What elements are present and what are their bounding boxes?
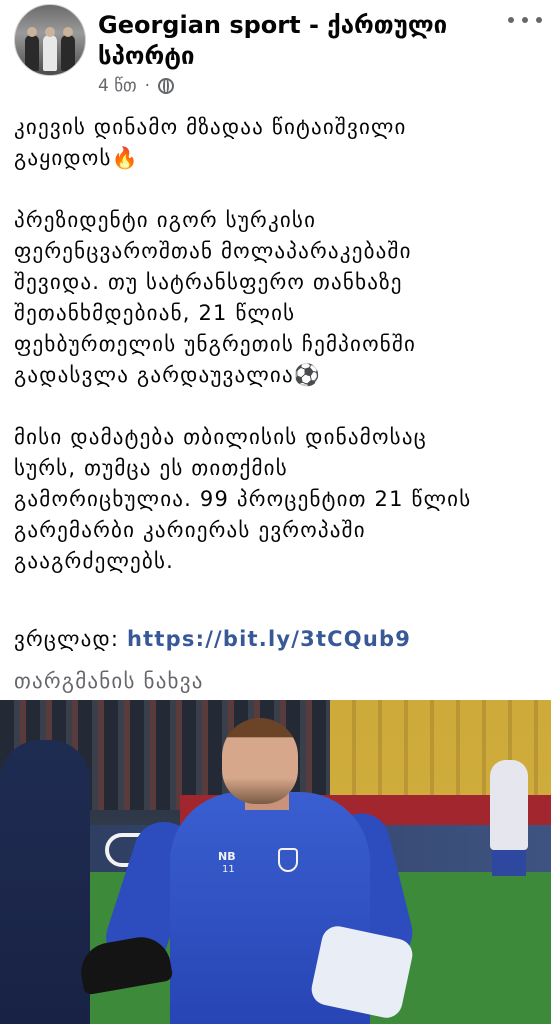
post-line: მისი დამატება თბილისის დინამოსაც: [14, 425, 427, 449]
page-avatar[interactable]: [14, 4, 86, 76]
post-line: შევიდა. თუ სატრანსფერო თანხაზე: [14, 270, 403, 294]
post-paragraph-3: მისი დამატება თბილისის დინამოსაც სურს, თ…: [14, 422, 539, 577]
post-line: გადასვლა გარდაუვალია⚽: [14, 363, 322, 387]
post-paragraph-2: პრეზიდენტი იგორ სურკისი ფერენცვაროშთან მ…: [14, 205, 539, 391]
read-more-link[interactable]: https://bit.ly/3tCQub9: [127, 627, 411, 651]
post-line: სურს, თუმცა ეს თითქმის: [14, 456, 288, 480]
shirt-number: 11: [222, 864, 235, 875]
more-options-icon[interactable]: [508, 10, 542, 30]
background-player: [490, 760, 528, 850]
post-paragraph-1: კიევის დინამო მზადაა წიტაიშვილი გაყიდოს🔥: [14, 112, 539, 174]
post-time[interactable]: 4 წთ: [98, 76, 137, 96]
post-line: ფეხბურთელის უნგრეთის ჩემპიონში: [14, 332, 417, 356]
post-line: ფერენცვაროშთან მოლაპარაკებაში: [14, 239, 412, 263]
meta-separator: ·: [144, 76, 151, 96]
post-line: კიევის დინამო მზადაა წიტაიშვილი: [14, 115, 407, 139]
post-photo[interactable]: NB 11: [0, 700, 551, 1024]
post-line: გაყიდოს🔥: [14, 146, 140, 170]
read-more-line: ვრცლად: https://bit.ly/3tCQub9: [14, 624, 411, 655]
read-more-label: ვრცლად:: [14, 627, 128, 651]
background-player-shorts: [492, 850, 526, 876]
post-line: გამორიცხულია. 99 პროცენტით 21 წლის: [14, 487, 472, 511]
player-head: [222, 718, 298, 804]
post-line: შეთანხმდებიან, 21 წლის: [14, 301, 296, 325]
club-badge: [278, 848, 298, 872]
post-text: კიევის დინამო მზადაა წიტაიშვილი გაყიდოს🔥…: [14, 112, 539, 608]
post-line: გააგრძელებს.: [14, 549, 175, 573]
post-meta: 4 წთ ·: [98, 76, 175, 96]
globe-icon: [158, 78, 175, 94]
post-header: Georgian sport - ქართული სპორტი 4 წთ ·: [0, 0, 551, 100]
kit-brand-logo: NB: [218, 850, 236, 863]
page-name[interactable]: Georgian sport - ქართული სპორტი: [98, 10, 498, 72]
post-line: გარემარბი კარიერას ევროპაში: [14, 518, 366, 542]
post-line: პრეზიდენტი იგორ სურკისი: [14, 208, 317, 232]
see-translation-link[interactable]: თარგმანის ნახვა: [14, 666, 204, 697]
staff-member-left: [0, 740, 90, 1024]
